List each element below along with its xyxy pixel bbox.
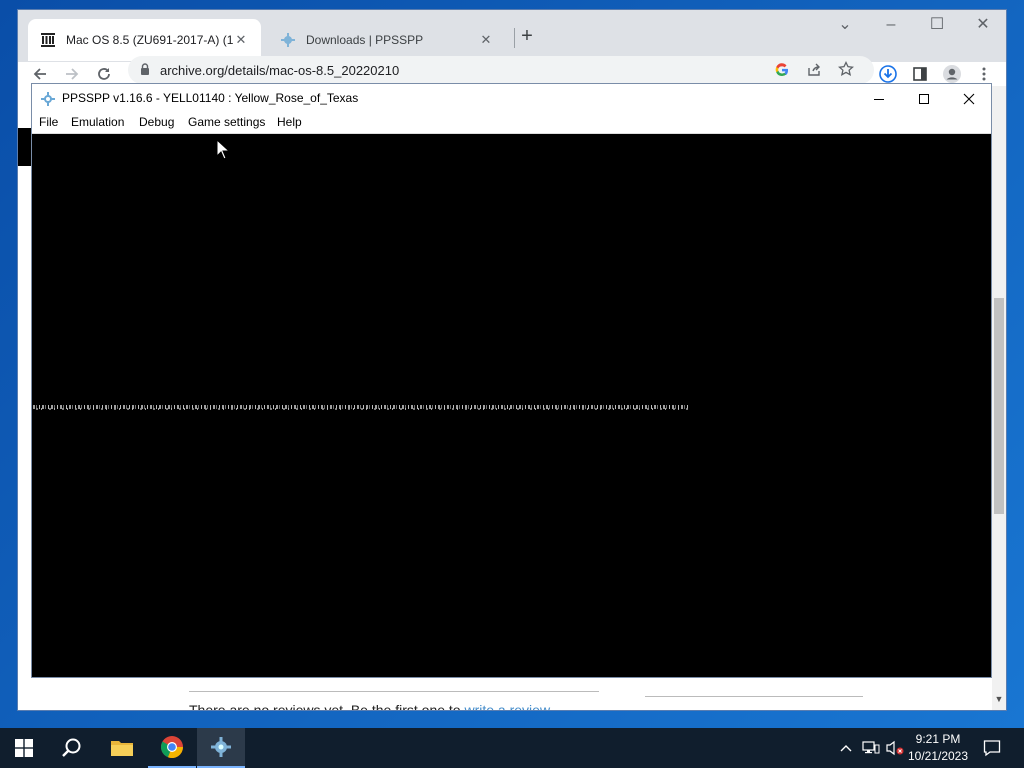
action-center-icon[interactable] (980, 728, 1004, 768)
divider (189, 691, 599, 692)
tab-archive[interactable]: Mac OS 8.5 (ZU691-2017-A) (199 ✕ (28, 19, 261, 61)
scrollbar-thumb[interactable] (994, 298, 1004, 514)
close-tab-icon[interactable]: ✕ (478, 32, 494, 48)
bookmark-star-icon[interactable] (837, 60, 855, 80)
search-icon (62, 738, 81, 757)
search-button[interactable] (48, 728, 96, 768)
menu-bar: File Emulation Debug Game settings Help (32, 113, 991, 134)
start-button[interactable] (0, 728, 48, 768)
taskbar: 9:21 PM 10/21/2023 (0, 728, 1024, 768)
close-button[interactable] (946, 84, 991, 113)
new-tab-button[interactable]: + (516, 24, 538, 48)
menu-file[interactable]: File (39, 115, 58, 129)
close-tab-icon[interactable]: ✕ (233, 32, 249, 48)
tab-title: Downloads | PPSSPP (306, 33, 424, 47)
archive-org-icon (40, 32, 56, 48)
clock-date: 10/21/2023 (907, 749, 969, 763)
ppsspp-icon (41, 92, 55, 106)
scroll-down-arrow-icon[interactable]: ▼ (994, 694, 1004, 704)
lock-icon (141, 63, 149, 75)
menu-help[interactable]: Help (277, 115, 302, 129)
reviews-message: There are no reviews yet. Be the first o… (189, 702, 550, 710)
taskbar-clock[interactable]: 9:21 PM 10/21/2023 (902, 731, 974, 765)
tab-ppsspp-downloads[interactable]: Downloads | PPSSPP ✕ (268, 19, 506, 61)
tab-title: Mac OS 8.5 (ZU691-2017-A) (199 (66, 33, 233, 47)
ppsspp-window: PPSSPP v1.16.6 - YELL01140 : Yellow_Rose… (31, 83, 992, 678)
minimize-button[interactable] (856, 84, 901, 113)
tab-separator (514, 28, 515, 48)
tab-strip: Mac OS 8.5 (ZU691-2017-A) (199 ✕ Downloa… (18, 10, 1006, 62)
show-hidden-icons-button[interactable] (836, 728, 856, 768)
divider (645, 696, 863, 697)
glitch-line (33, 408, 689, 410)
maximize-button[interactable] (901, 84, 946, 113)
menu-game-settings[interactable]: Game settings (188, 115, 265, 129)
chrome-icon (160, 736, 184, 759)
network-icon[interactable] (860, 728, 882, 768)
file-explorer-button[interactable] (98, 728, 146, 768)
menu-emulation[interactable]: Emulation (71, 115, 124, 129)
clock-time: 9:21 PM (915, 732, 961, 746)
write-review-link[interactable]: write a review (464, 702, 550, 710)
ppsspp-taskbar-button[interactable] (197, 728, 245, 768)
ppsspp-titlebar[interactable]: PPSSPP v1.16.6 - YELL01140 : Yellow_Rose… (32, 84, 991, 113)
close-button[interactable]: ✕ (960, 10, 1006, 42)
tab-search-icon[interactable]: ⌄ (822, 10, 868, 42)
page-scrollbar[interactable]: ▼ (992, 86, 1006, 710)
share-icon[interactable] (806, 62, 822, 81)
window-title: PPSSPP v1.16.6 - YELL01140 : Yellow_Rose… (62, 91, 359, 105)
address-bar[interactable]: archive.org/details/mac-os-8.5_20220210 (128, 56, 874, 84)
minimize-button[interactable]: – (868, 10, 914, 42)
maximize-button[interactable]: ☐ (914, 10, 960, 42)
chevron-up-icon (840, 745, 852, 752)
folder-icon (111, 741, 133, 756)
windows-logo-icon (15, 739, 33, 757)
emulator-display[interactable] (32, 134, 991, 677)
ppsspp-icon (280, 32, 296, 48)
google-icon[interactable] (774, 62, 790, 81)
ppsspp-icon (211, 737, 231, 757)
chrome-taskbar-button[interactable] (148, 728, 196, 768)
url-text: archive.org/details/mac-os-8.5_20220210 (160, 63, 400, 78)
mouse-cursor-icon (216, 139, 230, 160)
menu-debug[interactable]: Debug (139, 115, 174, 129)
